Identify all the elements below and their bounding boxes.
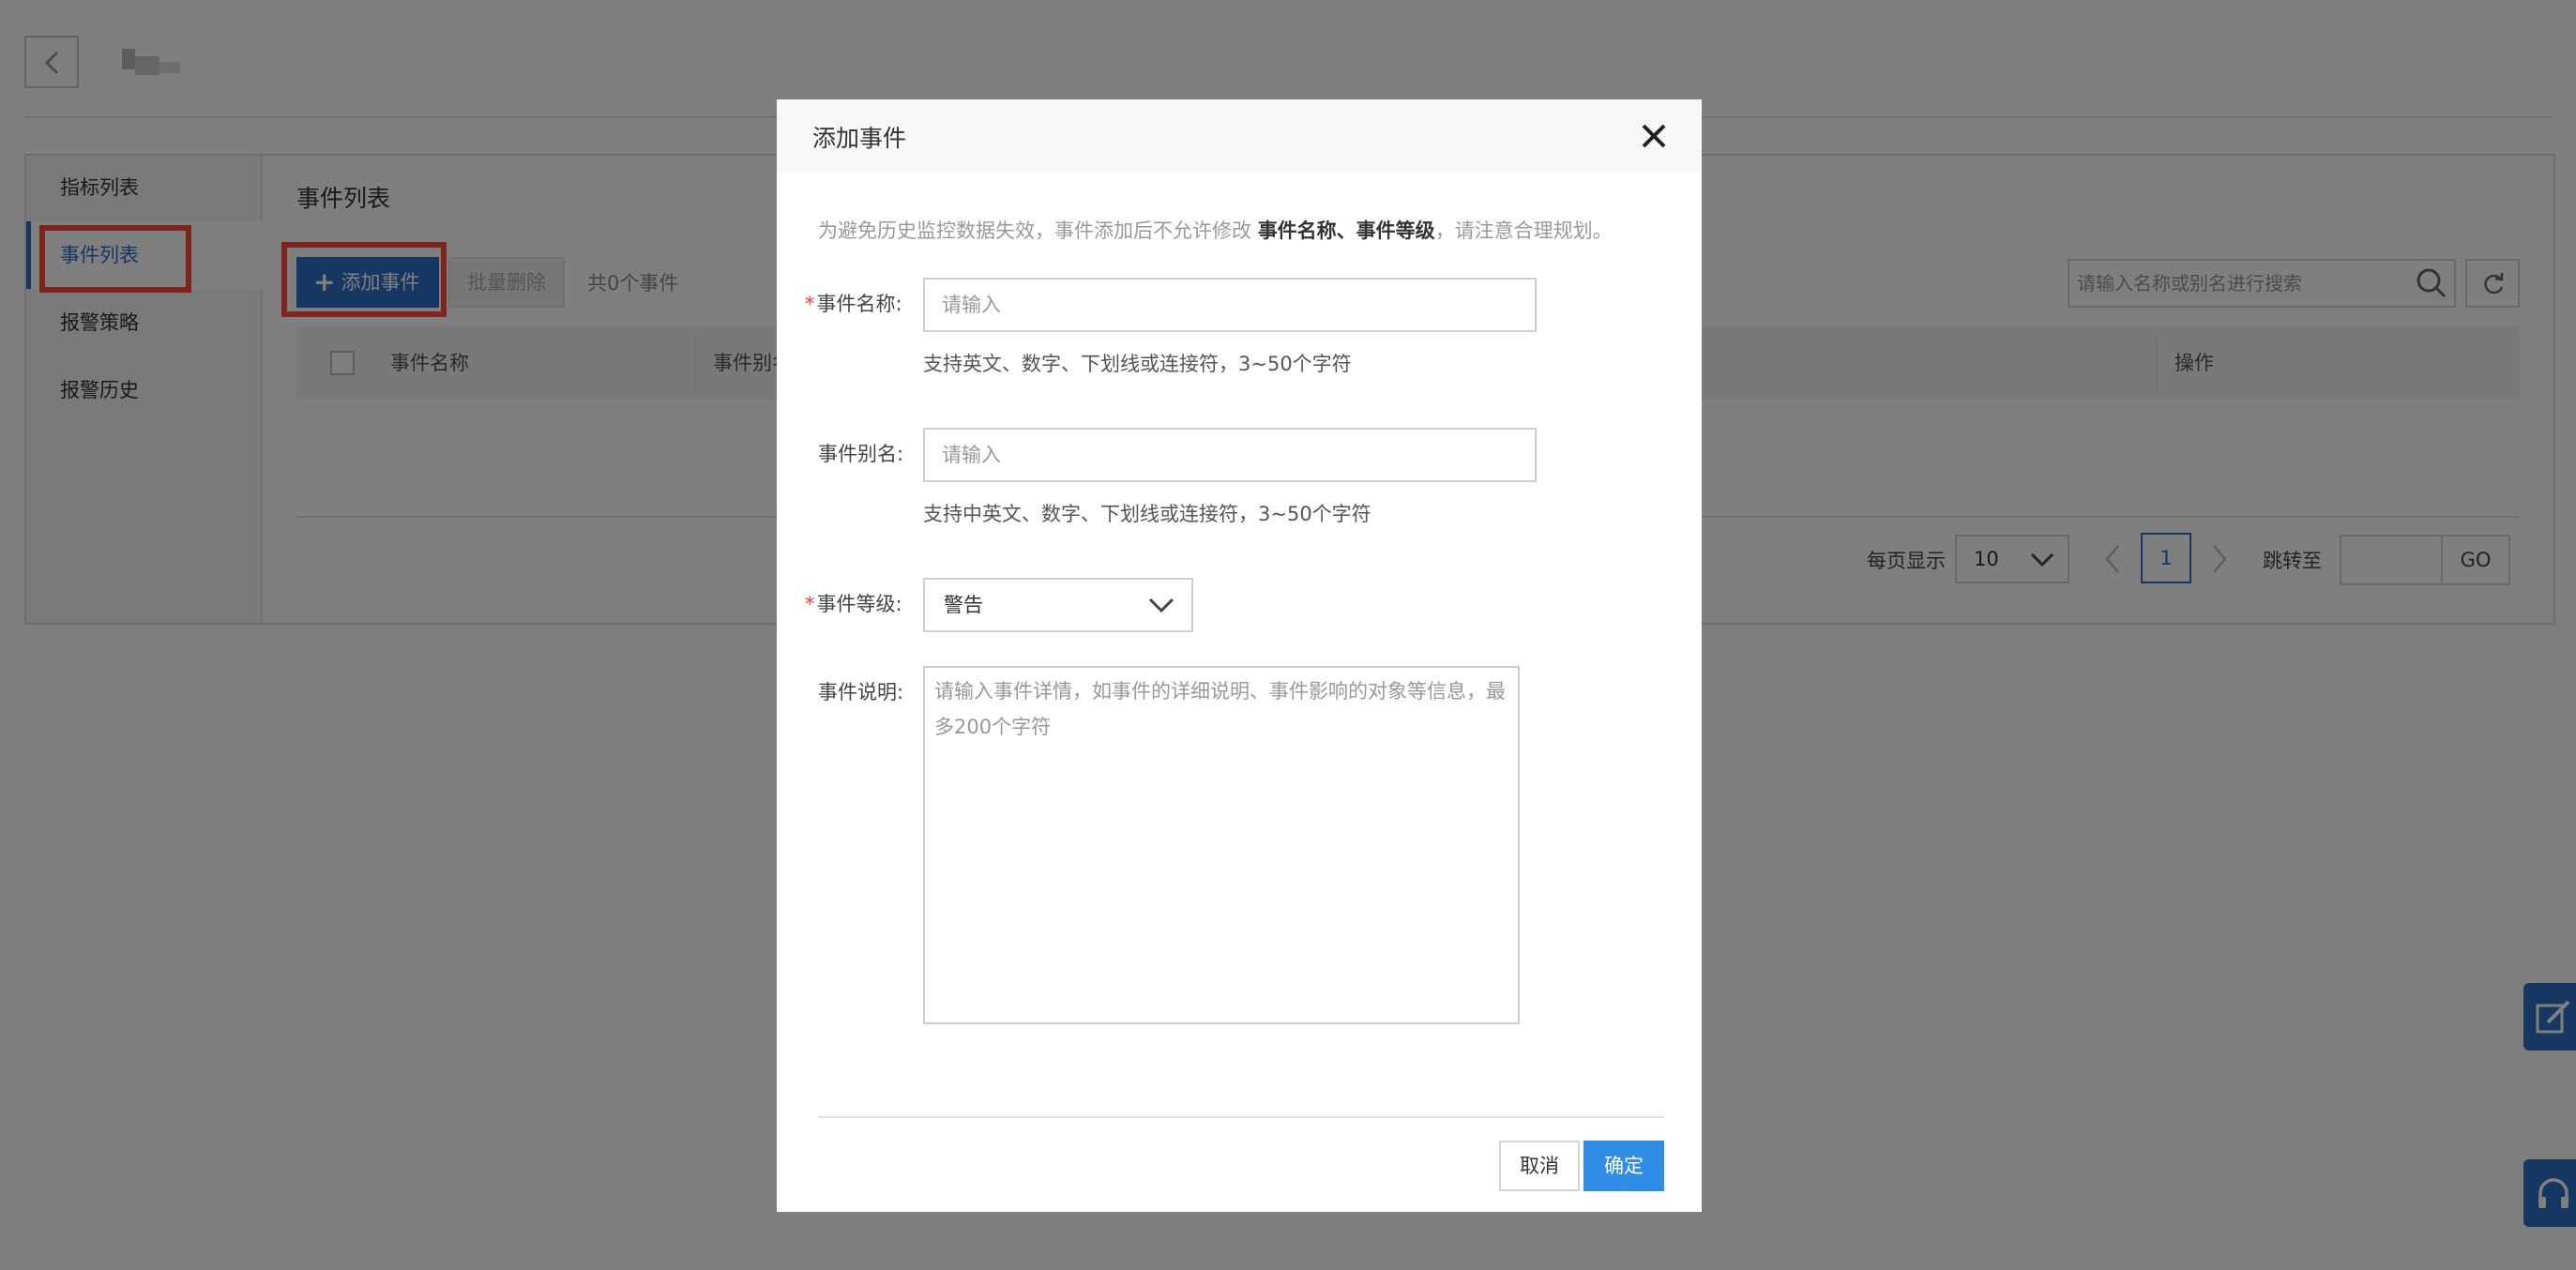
event-description-textarea[interactable]: 请输入事件详情，如事件的详细说明、事件影响的对象等信息，最多200个字符 <box>923 666 1520 1024</box>
close-icon[interactable] <box>1638 120 1670 152</box>
event-alias-hint: 支持中英文、数字、下划线或连接符，3~50个字符 <box>923 503 1371 525</box>
dialog-header <box>777 99 1702 173</box>
required-mark: * <box>805 293 815 315</box>
event-level-value: 警告 <box>944 594 983 616</box>
notice-suffix: ，请注意合理规划。 <box>1434 219 1613 242</box>
required-mark: * <box>805 593 815 615</box>
confirm-button[interactable]: 确定 <box>1583 1141 1664 1191</box>
chevron-down-icon <box>1148 597 1174 613</box>
dialog-footer-divider <box>818 1116 1664 1118</box>
event-level-label: *事件等级: <box>805 593 902 615</box>
event-alias-input[interactable]: 请输入 <box>923 428 1537 482</box>
dialog-title: 添加事件 <box>812 125 907 152</box>
notice-prefix: 为避免历史监控数据失效，事件添加后不允许修改 <box>818 219 1251 242</box>
event-name-input[interactable]: 请输入 <box>923 278 1537 332</box>
event-alias-label: 事件别名: <box>818 443 904 465</box>
cancel-button[interactable]: 取消 <box>1499 1141 1580 1191</box>
dialog-notice: 为避免历史监控数据失效，事件添加后不允许修改 事件名称、事件等级，请注意合理规划… <box>818 216 1613 244</box>
add-event-dialog <box>777 99 1702 1212</box>
event-name-label: *事件名称: <box>805 293 902 315</box>
event-name-hint: 支持英文、数字、下划线或连接符，3~50个字符 <box>923 353 1352 375</box>
notice-bold: 事件名称、事件等级 <box>1257 219 1435 242</box>
event-level-select[interactable]: 警告 <box>923 578 1193 632</box>
event-description-label: 事件说明: <box>818 681 904 703</box>
